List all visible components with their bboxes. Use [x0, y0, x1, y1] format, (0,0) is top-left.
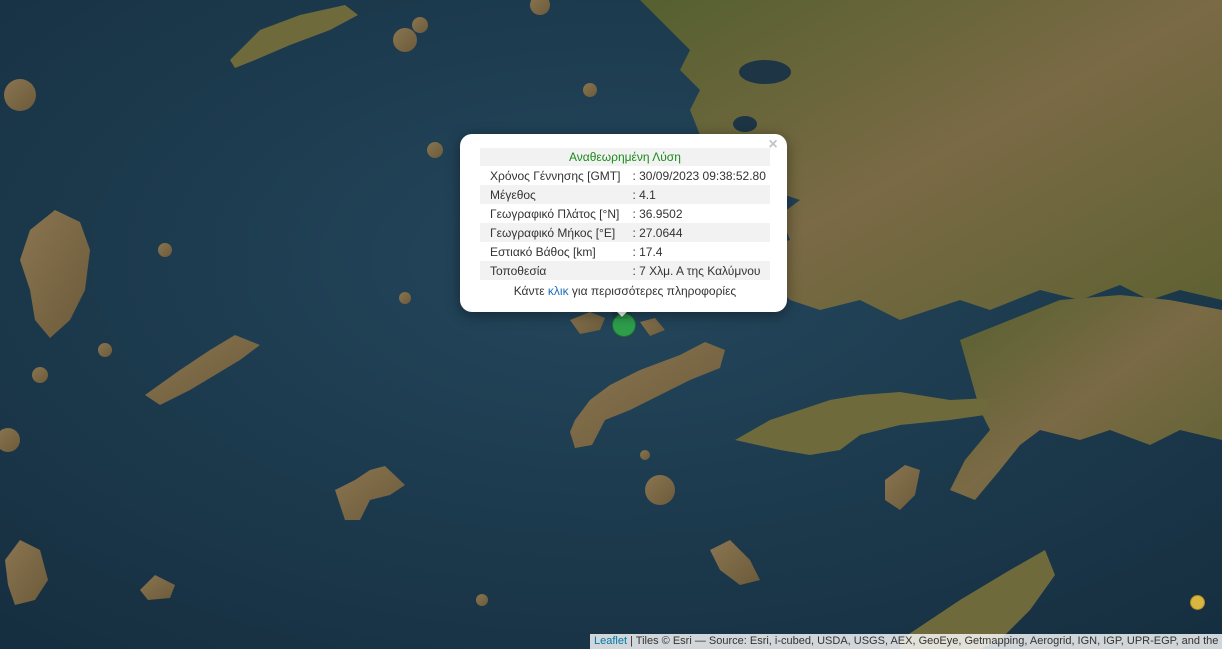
islet	[98, 343, 112, 357]
islet	[399, 292, 411, 304]
depth-label: Εστιακό Βάθος [km]	[490, 244, 596, 259]
depth-value: : 17.4	[632, 244, 663, 259]
islet	[640, 450, 650, 460]
more-info-link[interactable]: κλικ	[548, 284, 569, 298]
islet	[32, 367, 48, 383]
islet	[412, 17, 428, 33]
islet	[583, 83, 597, 97]
magnitude-label: Μέγεθος	[480, 185, 625, 204]
more-info-text: Κάντε κλικ για περισσότερες πληροφορίες	[480, 280, 770, 300]
location-label: Τοποθεσία	[480, 261, 625, 280]
islet	[158, 243, 172, 257]
popup-title: Αναθεωρημένη Λύση	[480, 148, 770, 166]
latitude-value: : 36.9502	[632, 206, 683, 221]
longitude-value: : 27.0644	[624, 223, 770, 242]
earthquake-marker-other[interactable]	[1190, 595, 1205, 610]
origin-time-label: Χρόνος Γέννησης [GMT]	[490, 168, 621, 183]
longitude-label: Γεωγραφικό Μήκος [°E]	[480, 223, 625, 242]
islet	[476, 594, 488, 606]
leaflet-link[interactable]: Leaflet	[594, 635, 627, 647]
origin-time-value: : 30/09/2023 09:38:52.80	[632, 168, 766, 183]
bay	[733, 116, 757, 132]
more-info-suffix: για περισσότερες πληροφορίες	[568, 283, 737, 298]
map-tiles[interactable]	[0, 0, 1222, 649]
latitude-label: Γεωγραφικό Πλάτος [°N]	[490, 206, 620, 221]
earthquake-popup: × Αναθεωρημένη Λύση Χρόνος Γέννησης [GMT…	[460, 134, 787, 312]
islet	[393, 28, 417, 52]
more-info-prefix: Κάντε	[513, 283, 548, 298]
map-attribution: Leaflet | Tiles © Esri — Source: Esri, i…	[590, 634, 1222, 649]
attribution-text: | Tiles © Esri — Source: Esri, i-cubed, …	[630, 635, 1222, 647]
satellite-map[interactable]	[0, 0, 1222, 649]
magnitude-value: : 4.1	[624, 185, 770, 204]
islet	[4, 79, 36, 111]
earthquake-info-table: Αναθεωρημένη Λύση Χρόνος Γέννησης [GMT] …	[480, 148, 770, 300]
location-value: : 7 Χλμ. Α της Καλύμνου	[624, 261, 770, 280]
island-nisyros	[645, 475, 675, 505]
lake	[739, 60, 791, 84]
islet	[427, 142, 443, 158]
